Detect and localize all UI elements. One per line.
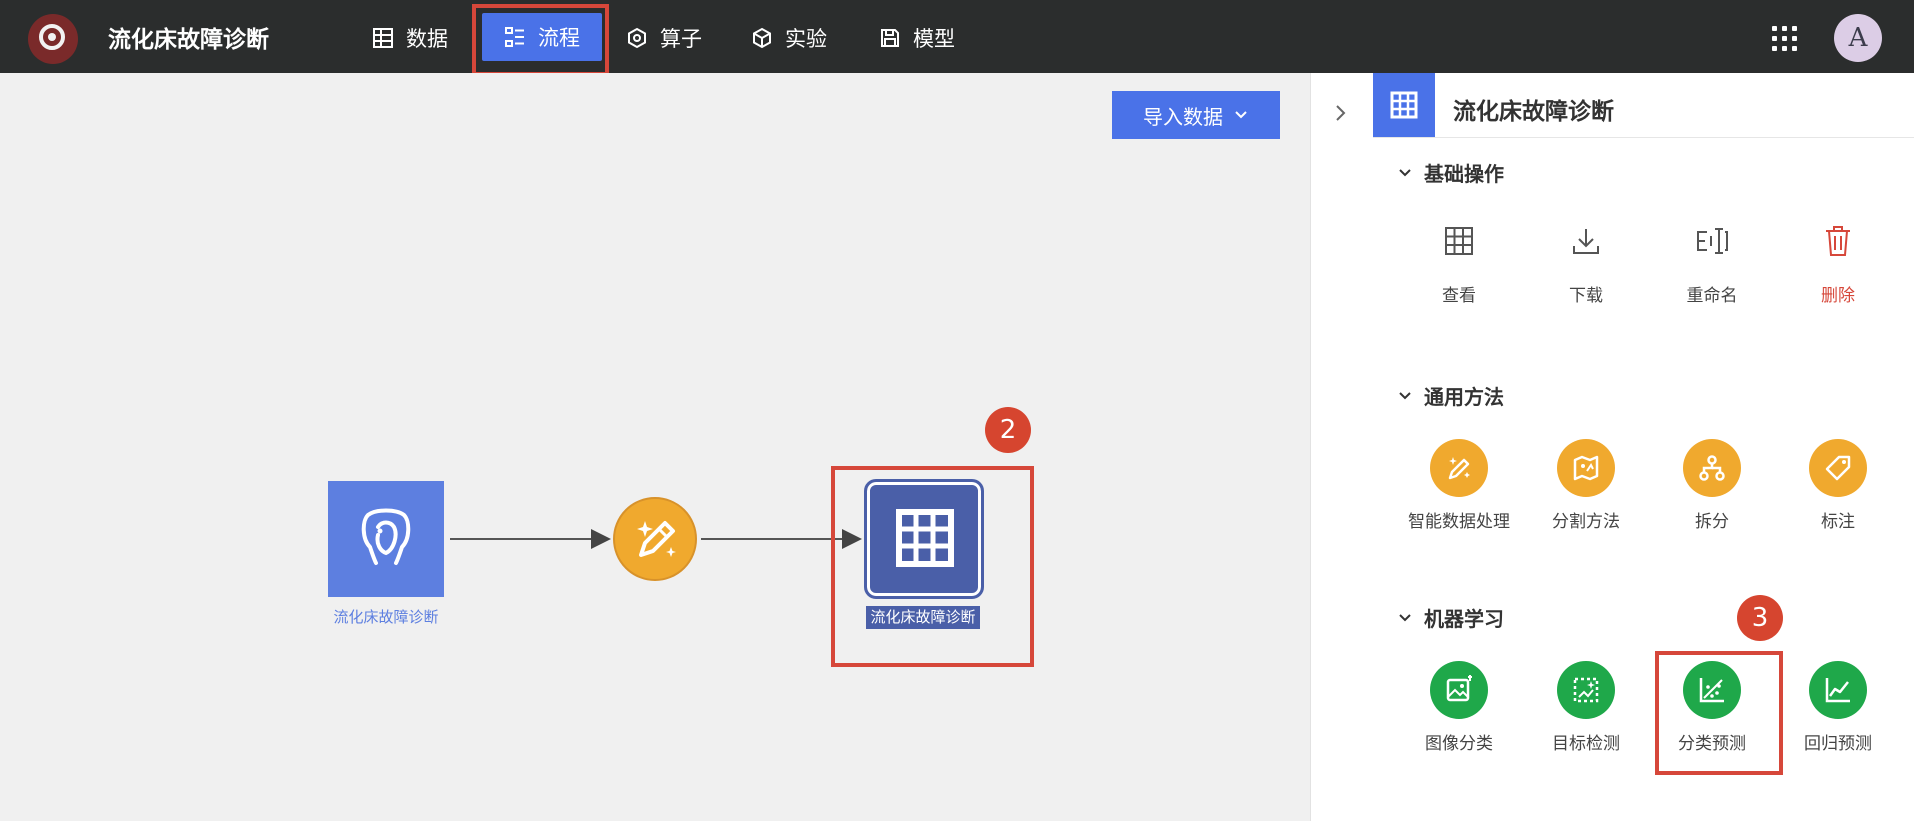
tool-annotation-label: 标注 (1821, 512, 1855, 532)
tool-view-label: 查看 (1442, 286, 1476, 306)
hierarchy-icon (1683, 439, 1741, 497)
highlight-box-3 (1655, 651, 1783, 775)
flow-connectors (450, 529, 862, 549)
image-icon (1430, 661, 1488, 719)
detection-icon (1557, 661, 1615, 719)
highlight-box-2 (831, 466, 1034, 667)
section-basic-header[interactable]: 基础操作 (1398, 158, 1504, 187)
tool-delete-label: 删除 (1821, 286, 1855, 306)
magic-edit-icon (1430, 439, 1488, 497)
tool-object-detection[interactable]: 目标检测 (1526, 661, 1646, 754)
tool-regression-prediction[interactable]: 回归预测 (1778, 661, 1898, 754)
section-general-header[interactable]: 通用方法 (1398, 381, 1504, 410)
tool-regression-prediction-label: 回归预测 (1804, 734, 1872, 754)
step-badge-3: 3 (1737, 595, 1783, 641)
tool-image-classification-label: 图像分类 (1425, 734, 1493, 754)
trash-icon (1809, 219, 1867, 263)
tool-smart-data-processing[interactable]: 智能数据处理 (1399, 439, 1519, 532)
tool-download[interactable]: 下载 (1526, 219, 1646, 306)
tag-icon (1809, 439, 1867, 497)
line-chart-icon (1809, 661, 1867, 719)
section-basic-title: 基础操作 (1424, 162, 1504, 186)
panel-title: 流化床故障诊断 (1453, 99, 1614, 125)
tool-split-label: 拆分 (1695, 512, 1729, 532)
tool-object-detection-label: 目标检测 (1552, 734, 1620, 754)
rename-icon (1683, 219, 1741, 263)
process-node[interactable] (613, 497, 697, 581)
magic-edit-icon (637, 521, 676, 557)
table-icon (1430, 219, 1488, 263)
panel-header-icon (1373, 73, 1435, 137)
elephant-icon (361, 508, 411, 565)
section-ml-header[interactable]: 机器学习 (1398, 603, 1504, 632)
chevron-down-icon (1399, 391, 1411, 399)
tool-annotation[interactable]: 标注 (1778, 439, 1898, 532)
divider (1373, 137, 1914, 138)
tool-rename[interactable]: 重命名 (1652, 219, 1772, 306)
map-icon (1557, 439, 1615, 497)
chevron-down-icon (1399, 168, 1411, 176)
source-node[interactable] (328, 481, 444, 597)
tool-delete[interactable]: 删除 (1778, 219, 1898, 306)
source-node-label: 流化床故障诊断 (333, 608, 439, 626)
section-ml-title: 机器学习 (1424, 607, 1504, 631)
download-icon (1557, 219, 1615, 263)
chevron-down-icon (1399, 613, 1411, 621)
tool-split[interactable]: 拆分 (1652, 439, 1772, 532)
tool-rename-label: 重命名 (1686, 286, 1738, 306)
tool-download-label: 下载 (1569, 286, 1603, 306)
tool-segmentation[interactable]: 分割方法 (1526, 439, 1646, 532)
step-badge-2: 2 (985, 407, 1031, 453)
tool-image-classification[interactable]: 图像分类 (1399, 661, 1519, 754)
user-avatar[interactable]: A (1834, 14, 1882, 62)
tool-segmentation-label: 分割方法 (1552, 512, 1620, 532)
table-icon (1390, 91, 1418, 119)
tool-view[interactable]: 查看 (1399, 219, 1519, 306)
apps-grid-icon[interactable] (1772, 26, 1797, 51)
section-general-title: 通用方法 (1424, 385, 1504, 409)
tool-smart-data-processing-label: 智能数据处理 (1408, 512, 1510, 532)
chevron-right-icon[interactable] (1328, 96, 1354, 130)
